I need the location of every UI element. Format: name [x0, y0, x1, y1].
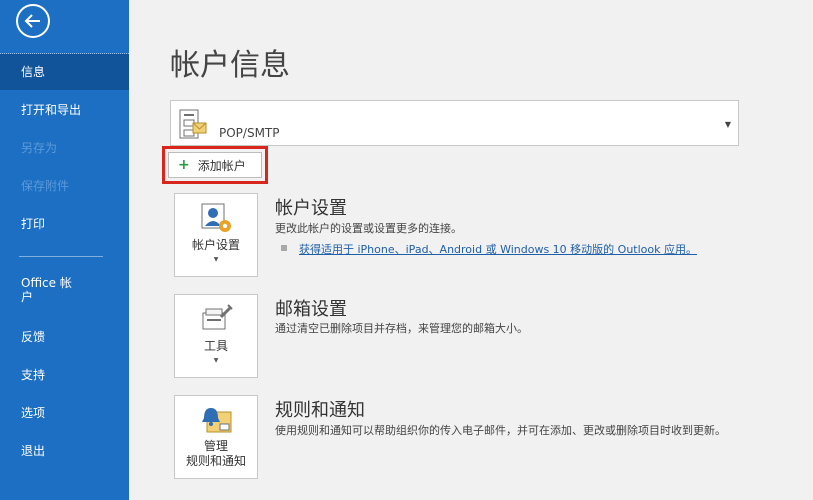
- sidebar-item-exit[interactable]: 退出: [0, 433, 129, 469]
- add-account-button[interactable]: + 添加帐户: [168, 152, 262, 178]
- account-settings-title: 帐户设置: [275, 198, 347, 219]
- page-title: 帐户信息: [170, 48, 290, 83]
- plus-icon: +: [178, 157, 190, 173]
- tools-tile[interactable]: 工具 ▼: [174, 294, 258, 378]
- mail-server-icon: [179, 109, 207, 139]
- caret-down-icon: ▼: [213, 256, 219, 263]
- account-settings-icon: [201, 203, 231, 232]
- outlook-mobile-link[interactable]: 获得适用于 iPhone、iPad、Android 或 Windows 10 移…: [299, 241, 697, 257]
- bullet-icon: [281, 245, 287, 251]
- rules-alerts-description: 使用规则和通知可以帮助组织你的传入电子邮件，并可在添加、更改或删除项目时收到更新…: [275, 424, 726, 437]
- manage-rules-tile[interactable]: 管理 规则和通知: [174, 395, 258, 479]
- tile-label-line1: 管理: [203, 439, 228, 453]
- sidebar-item-options[interactable]: 选项: [0, 395, 129, 431]
- caret-down-icon: ▼: [724, 120, 731, 129]
- tile-label: 帐户设置: [191, 238, 240, 252]
- mailbox-settings-description: 通过清空已删除项目并存档，来管理您的邮箱大小。: [275, 322, 528, 335]
- account-settings-tile[interactable]: 帐户设置 ▼: [174, 193, 258, 277]
- sidebar-item-info[interactable]: 信息: [0, 54, 129, 90]
- caret-down-icon: ▼: [213, 357, 219, 364]
- back-button[interactable]: [16, 4, 50, 38]
- mailbox-settings-title: 邮箱设置: [275, 299, 347, 320]
- sidebar-item-support[interactable]: 支持: [0, 357, 129, 393]
- tile-label-line2: 规则和通知: [185, 454, 246, 468]
- rules-alerts-icon: [202, 408, 232, 433]
- tools-icon: [202, 304, 233, 330]
- account-selector[interactable]: POP/SMTP ▼: [170, 100, 739, 146]
- sidebar-item-office-account[interactable]: Office 帐户: [0, 272, 129, 308]
- add-account-label: 添加帐户: [197, 158, 246, 173]
- backstage-sidebar: 信息 打开和导出 另存为 保存附件 打印 Office 帐户 反馈 支持 选项 …: [0, 0, 129, 500]
- account-type: POP/SMTP: [219, 126, 280, 140]
- sidebar-item-print[interactable]: 打印: [0, 206, 129, 242]
- sidebar-item-feedback[interactable]: 反馈: [0, 319, 129, 355]
- sidebar-separator: [19, 256, 103, 257]
- sidebar-item-save-attachments[interactable]: 保存附件: [0, 168, 129, 204]
- account-settings-description: 更改此帐户的设置或设置更多的连接。: [275, 222, 462, 235]
- arrow-left-icon: [24, 14, 40, 28]
- rules-alerts-title: 规则和通知: [275, 400, 365, 421]
- sidebar-item-save-as[interactable]: 另存为: [0, 130, 129, 166]
- sidebar-item-open-export[interactable]: 打开和导出: [0, 92, 129, 128]
- tile-label: 工具: [203, 339, 228, 353]
